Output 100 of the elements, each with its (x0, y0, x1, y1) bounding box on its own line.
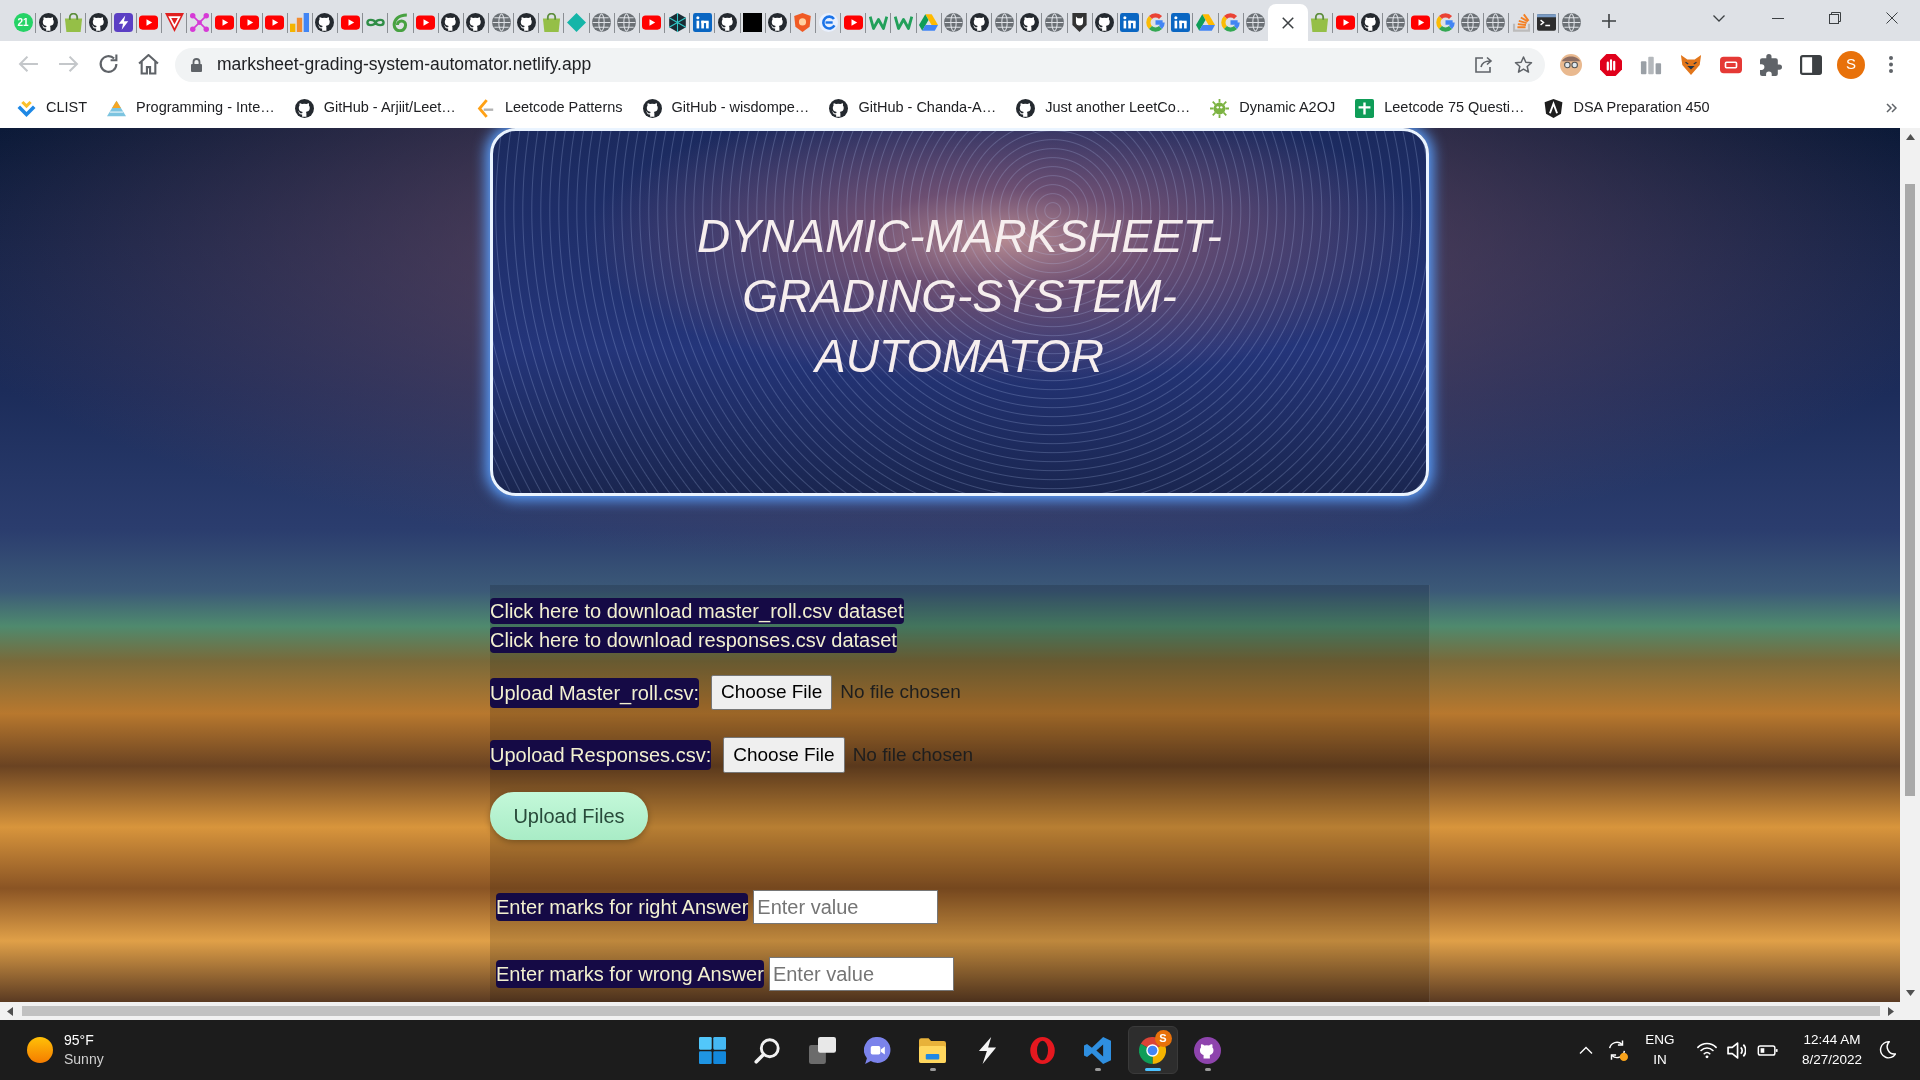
download-link[interactable]: Click here to download master_roll.csv dataset (490, 598, 904, 624)
cat-icon[interactable] (441, 13, 461, 32)
g-logo-icon[interactable] (1436, 13, 1456, 32)
close-icon[interactable] (1281, 16, 1294, 29)
g-logo-icon[interactable] (1221, 13, 1241, 32)
folder-icon[interactable] (919, 1036, 946, 1064)
home-icon[interactable] (137, 54, 159, 75)
globe-icon[interactable] (1385, 13, 1405, 32)
puzzle-icon[interactable] (1760, 53, 1782, 76)
cat-icon[interactable] (315, 13, 335, 32)
play-icon[interactable] (214, 13, 234, 32)
clock[interactable]: 12:44 AM 8/27/2022 (1794, 1030, 1870, 1070)
reload-icon[interactable] (97, 54, 119, 75)
sync-icon[interactable] (1606, 1039, 1628, 1061)
terminal-icon[interactable] (1536, 13, 1556, 32)
fox-icon[interactable] (1680, 53, 1702, 76)
double-chevron-icon[interactable] (1885, 103, 1897, 113)
cat-icon[interactable] (1095, 13, 1115, 32)
globe-icon[interactable] (617, 13, 637, 32)
play-icon[interactable] (1411, 13, 1430, 32)
speaker-icon[interactable] (1726, 1041, 1746, 1059)
plus-icon[interactable] (1601, 13, 1616, 28)
caret-down-icon[interactable] (1713, 14, 1725, 22)
in-logo-icon[interactable] (1120, 13, 1140, 32)
play-icon[interactable] (416, 13, 436, 32)
play-icon[interactable] (1335, 13, 1355, 32)
upload-files-button[interactable]: Upload Files (490, 792, 648, 840)
side-panel-icon[interactable] (1800, 53, 1822, 76)
globe-icon[interactable] (1246, 13, 1266, 32)
bookmark[interactable]: GitHub - wisdompe… (632, 92, 820, 124)
bookmark[interactable]: Leetcode 75 Questi… (1345, 92, 1535, 124)
w-logo-icon[interactable] (868, 13, 888, 32)
play-icon[interactable] (265, 13, 285, 32)
cat-icon[interactable] (969, 13, 989, 32)
marks-input[interactable]: Enter value (768, 957, 954, 991)
search-icon[interactable] (754, 1036, 781, 1064)
globe-icon[interactable] (592, 13, 612, 32)
moon-icon[interactable] (1878, 1041, 1896, 1059)
cat-icon[interactable] (1019, 13, 1039, 32)
shield-icon[interactable] (793, 13, 813, 32)
cat-icon[interactable] (768, 13, 788, 32)
overlapping-windows-icon[interactable] (809, 1036, 836, 1064)
globe-icon[interactable] (1045, 13, 1064, 32)
caret-up-icon[interactable] (1579, 1046, 1593, 1054)
bookmark[interactable]: GitHub - Chanda-A… (819, 92, 1007, 124)
caret-left-icon[interactable] (7, 1006, 13, 1016)
bar-chart-icon[interactable] (290, 13, 310, 32)
globe-icon[interactable] (994, 13, 1014, 32)
play-icon[interactable] (340, 13, 360, 32)
caret-up-icon[interactable] (1905, 134, 1915, 140)
globe-icon[interactable] (1561, 13, 1581, 32)
bookmark[interactable]: Programming - Inte… (97, 92, 285, 124)
bookmark[interactable]: DSA Preparation 450 (1534, 92, 1720, 124)
scroll-thumb[interactable] (1905, 184, 1915, 796)
language-indicator[interactable]: ENG IN (1638, 1030, 1682, 1070)
play-icon[interactable] (139, 13, 159, 32)
play-icon[interactable] (843, 13, 863, 32)
triangle-icon[interactable] (919, 13, 939, 32)
cat-icon[interactable] (466, 13, 486, 32)
weather-widget[interactable]: 95°F Sunny (27, 1028, 112, 1072)
cat-icon[interactable] (516, 13, 536, 32)
g-logo-icon[interactable] (1145, 13, 1165, 32)
bookmark[interactable]: Dynamic A2OJ (1200, 92, 1346, 124)
e-logo-icon[interactable] (818, 13, 838, 32)
minimize-icon[interactable] (1771, 17, 1784, 19)
face-icon[interactable] (1560, 53, 1582, 76)
network-icon[interactable] (189, 13, 209, 32)
in-logo-icon[interactable] (692, 13, 712, 32)
globe-icon[interactable] (944, 13, 964, 32)
bookmark[interactable]: CLIST (7, 92, 98, 124)
share-icon[interactable] (1474, 55, 1493, 74)
triangle-icon[interactable] (164, 13, 184, 32)
play-icon[interactable] (240, 13, 259, 32)
choose-file-button[interactable]: Choose File (723, 737, 845, 773)
battery-icon[interactable] (1756, 1044, 1778, 1056)
play-icon[interactable] (642, 13, 662, 32)
stop-sign-icon[interactable] (1600, 53, 1622, 76)
marks-input[interactable]: Enter value (753, 890, 939, 924)
w-logo-icon[interactable] (894, 13, 914, 32)
caret-right-icon[interactable] (1888, 1006, 1894, 1016)
globe-icon[interactable] (1486, 13, 1506, 32)
cat-icon[interactable] (89, 13, 109, 32)
cat-icon[interactable] (717, 13, 737, 32)
bookmark[interactable]: GitHub - Arjiit/Leet… (284, 92, 466, 124)
address-bar[interactable]: marksheet-grading-system-automator.netlify.app (175, 47, 1545, 82)
grid-icon[interactable] (699, 1036, 726, 1064)
square-icon[interactable] (743, 13, 763, 32)
ribbon-icon[interactable] (1084, 1036, 1111, 1064)
cat-shield-icon[interactable] (1070, 13, 1090, 32)
cat-icon[interactable] (38, 13, 58, 32)
choose-file-button[interactable]: Choose File (710, 675, 833, 710)
download-link[interactable]: Click here to download responses.csv dataset (490, 627, 897, 653)
cat-icon[interactable] (1194, 1036, 1221, 1064)
shopping-bag-icon[interactable] (63, 13, 83, 32)
bookmark[interactable]: Leetcode Patterns (465, 92, 633, 124)
shopping-bag-icon[interactable] (541, 13, 561, 32)
globe-icon[interactable] (491, 13, 511, 32)
ring-icon[interactable] (1029, 1036, 1056, 1064)
triangle-icon[interactable] (1195, 13, 1215, 32)
restore-icon[interactable] (1828, 12, 1841, 24)
